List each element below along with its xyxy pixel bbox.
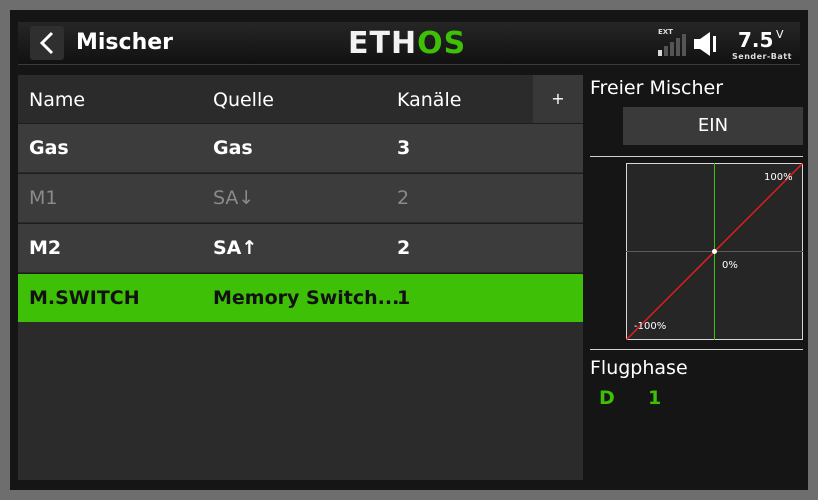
- battery-unit: V: [776, 28, 784, 41]
- signal-bars-icon: [658, 34, 686, 56]
- row-source: Memory Switch...: [213, 287, 400, 309]
- header-bar: Mischer ETHOS EXT 7.5 V Sender-Batt: [18, 22, 800, 65]
- back-button[interactable]: [30, 26, 64, 60]
- row-name: Gas: [29, 137, 69, 159]
- table-row-selected[interactable]: M.SWITCH Memory Switch... 1: [18, 273, 583, 322]
- graph-top-label: 100%: [764, 172, 793, 183]
- column-header-source: Quelle: [213, 89, 274, 111]
- mixer-detail-panel: Freier Mischer EIN 100% 0% -100% Flugpha…: [590, 75, 805, 480]
- row-channels: 3: [397, 137, 411, 159]
- flight-phase-label: Flugphase: [590, 357, 688, 379]
- graph-center-label: 0%: [722, 260, 738, 271]
- column-header-channels: Kanäle: [397, 89, 462, 111]
- curve-center-point: [712, 249, 717, 254]
- speaker-icon[interactable]: [694, 32, 720, 56]
- table-row[interactable]: M2 SA↑ 2: [18, 223, 583, 272]
- ethos-logo: ETHOS: [348, 26, 467, 61]
- flight-phase-item: 1: [648, 387, 662, 409]
- battery-label: Sender-Batt: [732, 52, 792, 61]
- table-row[interactable]: M1 SA↓ 2: [18, 173, 583, 222]
- battery-voltage: 7.5: [738, 28, 774, 52]
- free-mixer-label: Freier Mischer: [590, 77, 724, 99]
- row-name: M2: [29, 237, 62, 259]
- row-channels: 1: [397, 287, 411, 309]
- row-source: Gas: [213, 137, 253, 159]
- row-source: SA↑: [213, 237, 258, 259]
- screen: Mischer ETHOS EXT 7.5 V Sender-Batt Name…: [10, 10, 808, 490]
- row-channels: 2: [397, 187, 410, 209]
- table-header: Name Quelle Kanäle +: [18, 75, 583, 123]
- mixer-curve-graph: 100% 0% -100%: [626, 163, 803, 340]
- row-name: M1: [29, 187, 58, 209]
- row-channels: 2: [397, 237, 411, 259]
- free-mixer-toggle[interactable]: EIN: [623, 107, 803, 145]
- flight-phase-item: D: [599, 387, 615, 409]
- graph-bottom-label: -100%: [634, 321, 666, 332]
- column-header-name: Name: [29, 89, 86, 111]
- divider: [590, 156, 803, 157]
- add-mixer-button[interactable]: +: [533, 75, 583, 123]
- chevron-left-icon: [39, 31, 54, 55]
- status-area: EXT 7.5 V Sender-Batt: [650, 22, 800, 64]
- mixer-table: Name Quelle Kanäle + Gas Gas 3 M1 SA↓ 2 …: [18, 75, 583, 480]
- table-row[interactable]: Gas Gas 3: [18, 123, 583, 172]
- row-name: M.SWITCH: [29, 287, 140, 309]
- page-title: Mischer: [76, 30, 174, 55]
- table-empty-area: [18, 323, 583, 480]
- row-source: SA↓: [213, 187, 255, 209]
- divider: [590, 349, 803, 350]
